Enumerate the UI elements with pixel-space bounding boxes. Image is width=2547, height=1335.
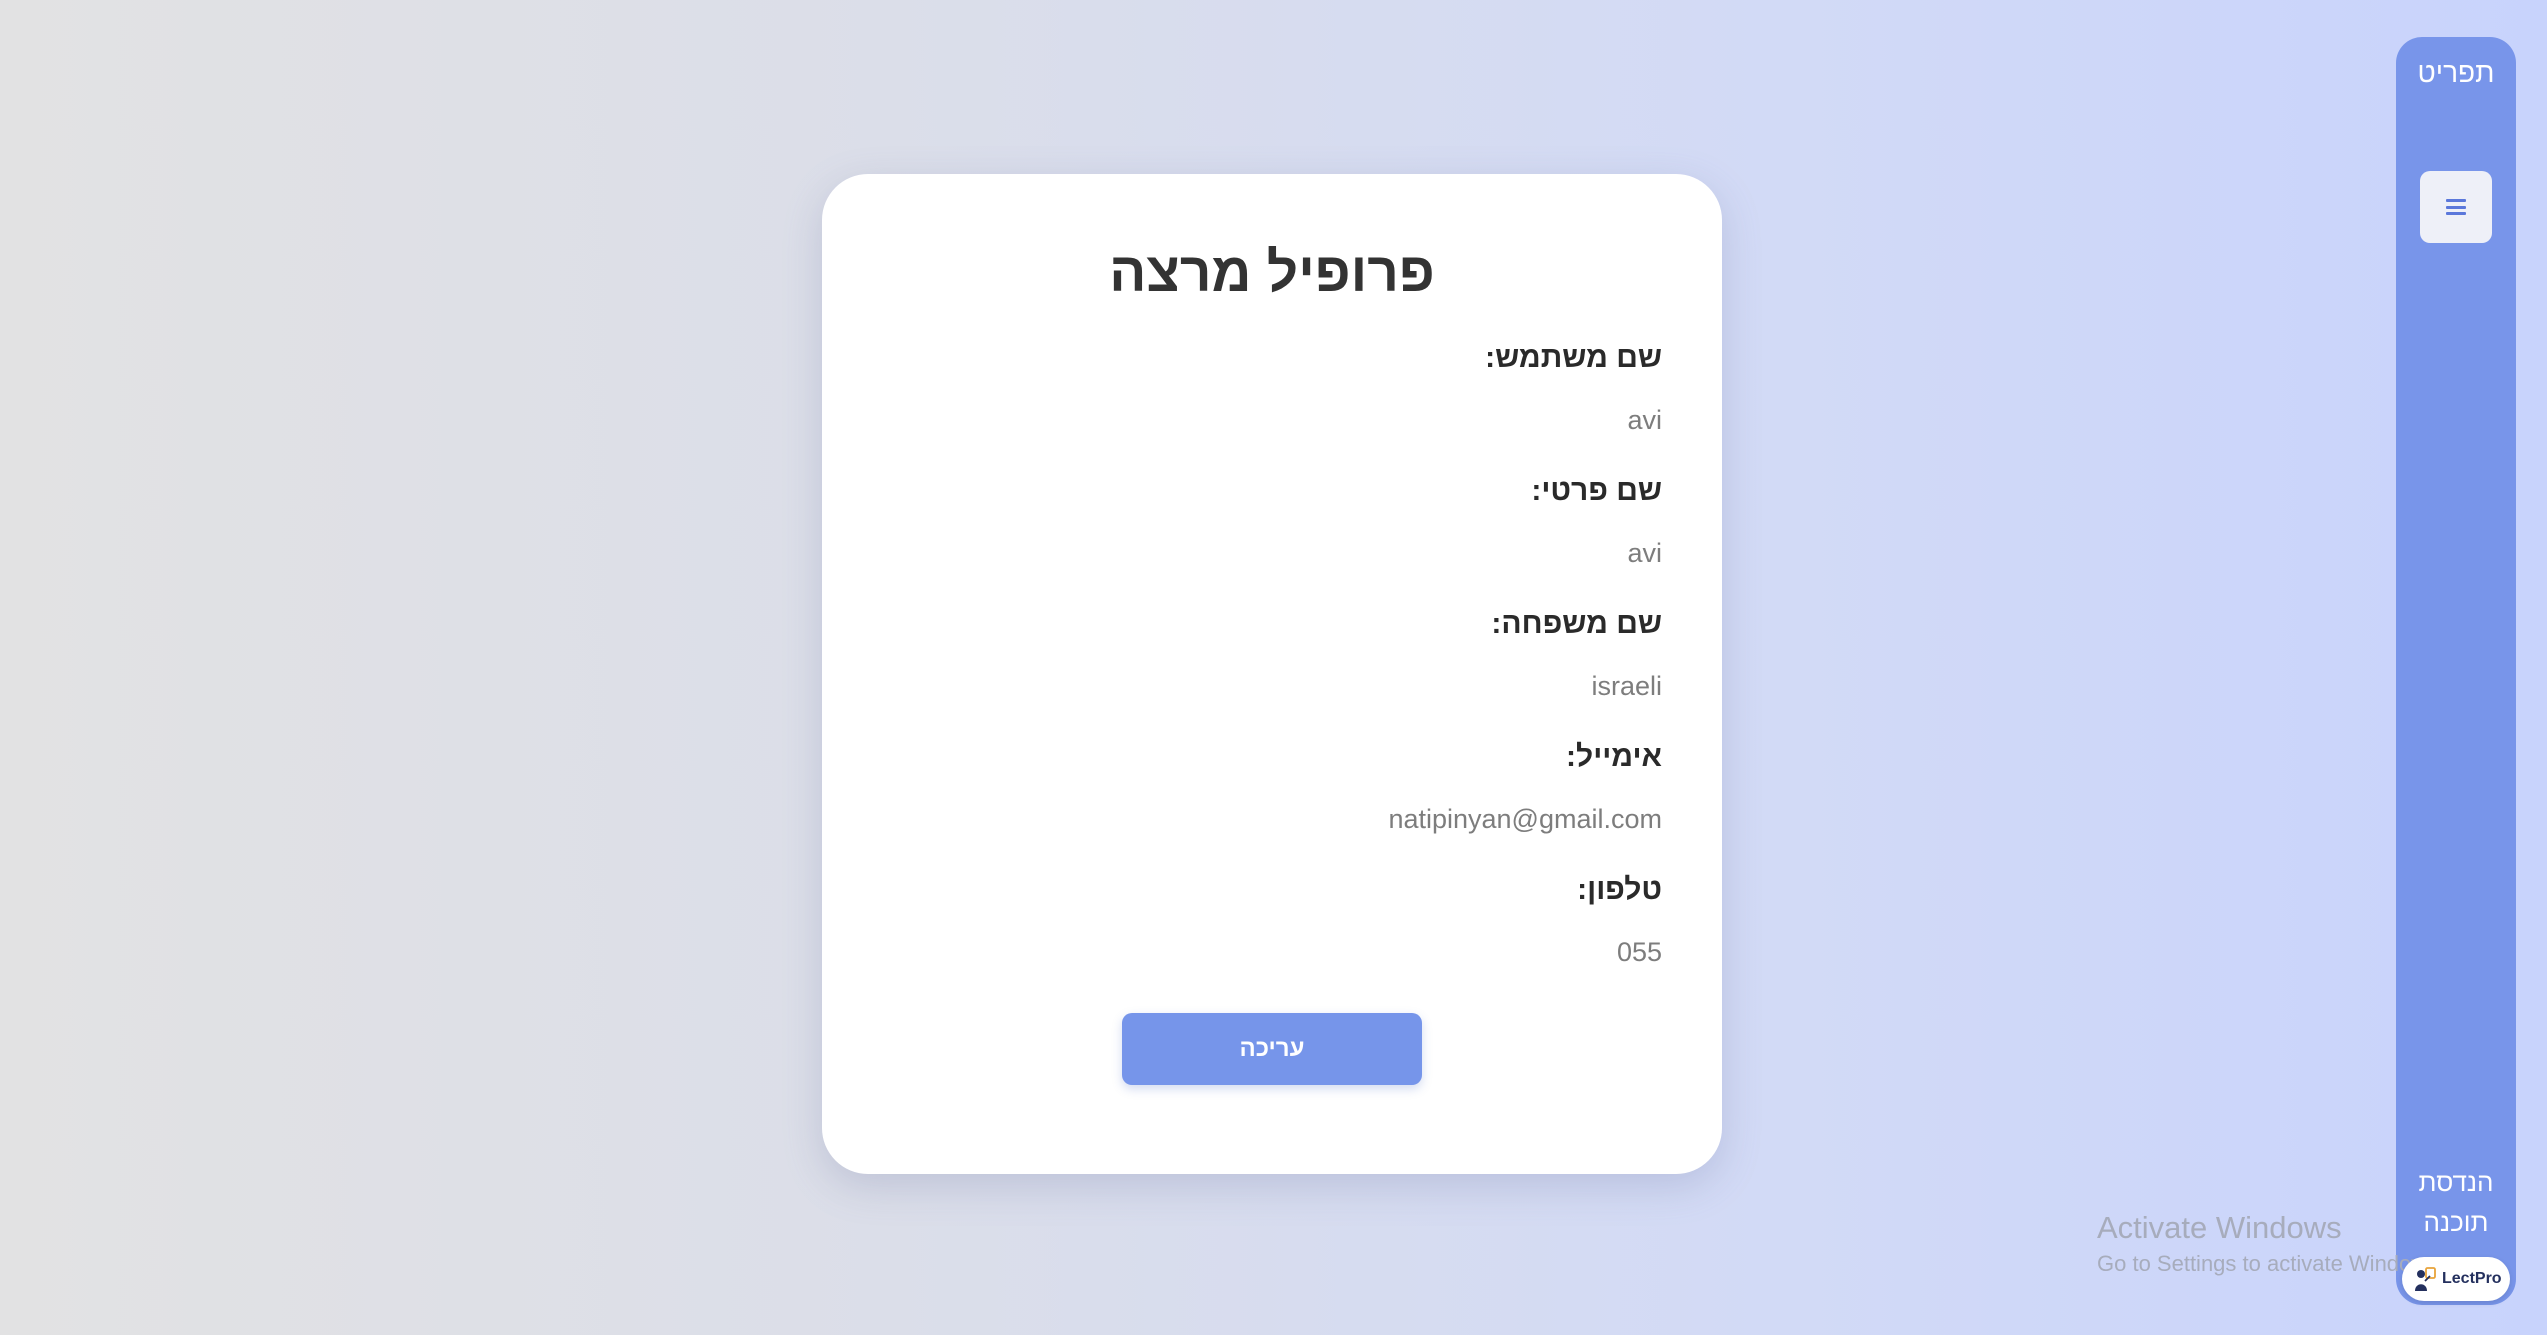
field-phone-value: 055	[1616, 937, 1662, 967]
field-email-label: אימייל:	[1566, 740, 1662, 773]
edit-button[interactable]: עריכה	[1122, 1013, 1422, 1085]
field-username-label: שם משתמש:	[1485, 341, 1662, 374]
lectpro-label: LectPro	[2442, 1270, 2502, 1287]
activate-windows-watermark: Activate Windows Go to Settings to activ…	[2097, 1208, 2444, 1280]
field-email-value: natipinyan@gmail.com	[1388, 804, 1662, 834]
field-last-name-value: israeli	[1591, 671, 1662, 701]
page-title: פרופיל מרצה	[1109, 241, 1435, 303]
profile-fields: שם משתמש: avi שם פרטי: avi שם משפחה: isr…	[902, 341, 1662, 1006]
menu-toggle-button[interactable]	[2420, 171, 2492, 243]
lectpro-badge[interactable]: LectPro	[2402, 1257, 2510, 1301]
field-first-name: שם פרטי: avi	[902, 474, 1662, 607]
field-last-name: שם משפחה: israeli	[902, 607, 1662, 740]
lectpro-logo-icon	[2415, 1267, 2436, 1291]
field-email: אימייל: natipinyan@gmail.com	[902, 740, 1662, 873]
sidebar-title: תפריט	[2417, 57, 2495, 88]
watermark-title: Activate Windows	[2097, 1210, 2342, 1245]
field-last-name-label: שם משפחה:	[1491, 607, 1662, 640]
hamburger-menu-icon	[2446, 199, 2466, 215]
profile-card: פרופיל מרצה שם משתמש: avi שם פרטי: avi ש…	[822, 174, 1722, 1174]
field-phone-label: טלפון:	[1577, 873, 1662, 906]
field-username-value: avi	[1627, 405, 1662, 435]
field-phone: טלפון: 055	[902, 873, 1662, 1006]
watermark-subtitle: Go to Settings to activate Windows.	[2097, 1251, 2445, 1276]
sidebar-footer-line1: הנדסת	[2418, 1167, 2494, 1197]
field-first-name-label: שם פרטי:	[1531, 474, 1662, 507]
field-username: שם משתמש: avi	[902, 341, 1662, 474]
field-first-name-value: avi	[1627, 538, 1662, 568]
sidebar: תפריט הנדסת תוכנה	[2396, 37, 2516, 1305]
